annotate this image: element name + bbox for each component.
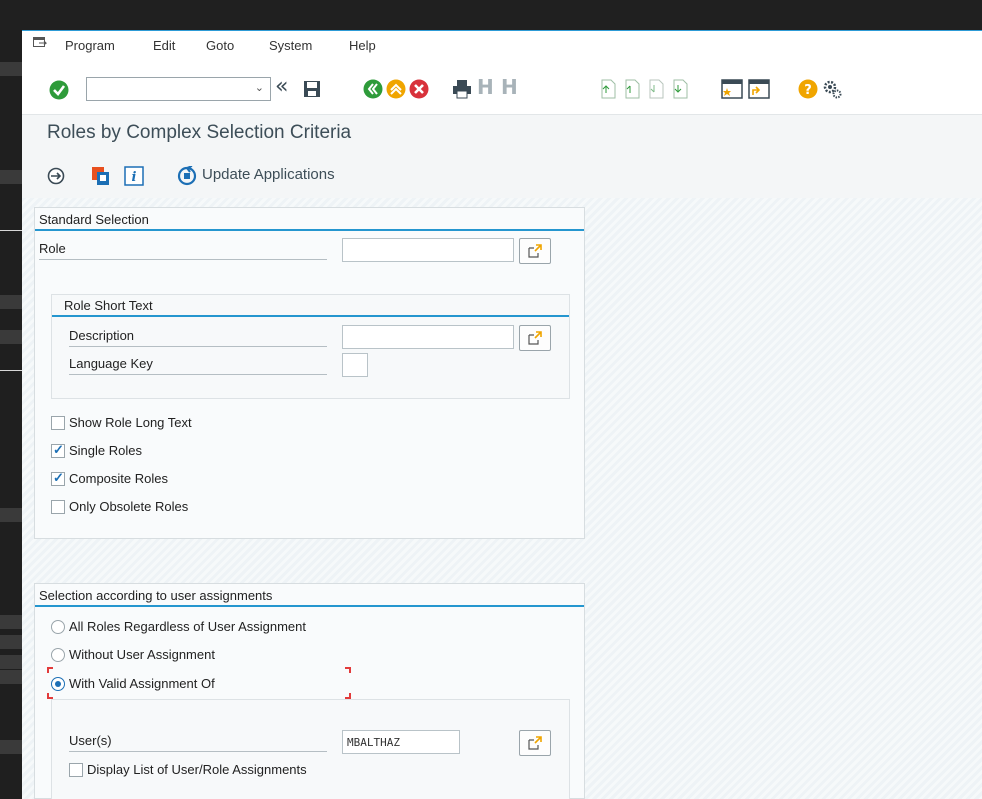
chevron-down-icon[interactable]: ⌄: [255, 81, 264, 94]
sap-window: Program Edit Goto System Help ⌄ « H H ? …: [22, 30, 982, 799]
menu-edit[interactable]: Edit: [153, 38, 175, 53]
check-icon: ✓: [53, 442, 64, 457]
radio-without-user-assignment[interactable]: Without User Assignment: [51, 646, 371, 664]
description-label: Description: [69, 325, 327, 347]
composite-roles-checkbox[interactable]: ✓ Composite Roles: [51, 470, 301, 489]
user-assignment-group: Selection according to user assignments …: [34, 583, 585, 799]
find-next-icon[interactable]: H: [501, 75, 518, 99]
application-toolbar: i Update Applications: [22, 156, 982, 192]
radio-circle[interactable]: [51, 648, 65, 662]
checkbox-box[interactable]: ✓: [51, 470, 65, 486]
language-key-label: Language Key: [69, 353, 327, 375]
radio-label: Without User Assignment: [69, 647, 215, 662]
multiple-selection-icon: [528, 736, 542, 750]
execute-icon[interactable]: [47, 167, 65, 185]
background-window-strip: [0, 30, 22, 799]
user-assignment-title: Selection according to user assignments: [35, 584, 584, 607]
role-multiple-selection-button[interactable]: [519, 238, 551, 264]
users-multiple-selection-button[interactable]: [519, 730, 551, 756]
standard-toolbar: ⌄ « H H ?: [22, 63, 982, 115]
checkbox-label: Show Role Long Text: [69, 415, 192, 430]
menu-goto[interactable]: Goto: [206, 38, 234, 53]
role-input[interactable]: [342, 238, 514, 262]
exit-icon[interactable]: [386, 79, 406, 99]
radio-with-valid-assignment[interactable]: With Valid Assignment Of: [51, 675, 371, 693]
role-short-text-group: Role Short Text Description Language Key: [51, 294, 570, 399]
single-roles-checkbox[interactable]: ✓ Single Roles: [51, 442, 301, 461]
svg-text:i: i: [132, 170, 137, 185]
save-icon[interactable]: [303, 80, 321, 98]
command-field[interactable]: ⌄: [86, 77, 271, 101]
menu-help[interactable]: Help: [349, 38, 376, 53]
info-icon[interactable]: i: [124, 166, 144, 186]
multiple-selection-icon: [528, 331, 542, 345]
radio-all-roles[interactable]: All Roles Regardless of User Assignment: [51, 618, 371, 636]
valid-assignment-group: User(s) MBALTHAZ Display List of User/Ro…: [51, 699, 570, 799]
menu-system[interactable]: System: [269, 38, 312, 53]
radio-label: All Roles Regardless of User Assignment: [69, 619, 306, 634]
os-title-bar: [0, 0, 982, 30]
multiple-selection-icon: [528, 244, 542, 258]
checkbox-box[interactable]: [69, 763, 83, 777]
cancel-icon[interactable]: [409, 79, 429, 99]
standard-selection-group: Standard Selection Role Role Short Text …: [34, 207, 585, 539]
last-page-icon[interactable]: [671, 79, 689, 99]
focus-indicator: [47, 667, 53, 673]
selection-options-icon[interactable]: [91, 166, 111, 186]
refresh-icon[interactable]: [177, 166, 197, 186]
checkbox-label: Display List of User/Role Assignments: [87, 762, 307, 777]
standard-selection-title: Standard Selection: [35, 208, 584, 231]
focus-indicator: [345, 667, 351, 673]
checkbox-box[interactable]: ✓: [51, 442, 65, 458]
svg-text:?: ?: [804, 83, 812, 98]
find-icon[interactable]: H: [477, 75, 494, 99]
settings-icon[interactable]: [822, 79, 842, 99]
checkbox-label: Composite Roles: [69, 471, 168, 486]
menu-icon[interactable]: [33, 37, 47, 49]
back-icon[interactable]: «: [275, 74, 288, 99]
display-list-checkbox[interactable]: Display List of User/Role Assignments: [69, 762, 369, 780]
help-icon[interactable]: ?: [798, 79, 818, 99]
checkbox-label: Single Roles: [69, 443, 142, 458]
radio-label: With Valid Assignment Of: [69, 676, 215, 691]
role-label: Role: [39, 238, 327, 260]
menu-bar: Program Edit Goto System Help: [22, 31, 982, 63]
show-role-long-text-checkbox[interactable]: Show Role Long Text: [51, 415, 301, 433]
page-title: Roles by Complex Selection Criteria: [47, 122, 352, 143]
users-label: User(s): [69, 730, 327, 752]
content-area: Standard Selection Role Role Short Text …: [22, 198, 982, 799]
checkbox-box[interactable]: [51, 500, 65, 514]
users-input[interactable]: MBALTHAZ: [342, 730, 460, 754]
prev-page-icon[interactable]: [623, 79, 641, 99]
first-page-icon[interactable]: [599, 79, 617, 99]
back-nav-icon[interactable]: [363, 79, 383, 99]
checkbox-label: Only Obsolete Roles: [69, 499, 189, 514]
role-short-text-title: Role Short Text: [52, 295, 569, 317]
only-obsolete-roles-checkbox[interactable]: Only Obsolete Roles: [51, 499, 301, 517]
shortcut-icon[interactable]: [748, 79, 770, 99]
radio-circle[interactable]: [51, 620, 65, 634]
enter-icon[interactable]: [49, 80, 69, 100]
description-multiple-selection-button[interactable]: [519, 325, 551, 351]
new-session-icon[interactable]: [721, 79, 743, 99]
radio-circle-selected[interactable]: [51, 677, 65, 691]
checkbox-box[interactable]: [51, 416, 65, 430]
language-key-input[interactable]: [342, 353, 368, 377]
print-icon[interactable]: [452, 79, 472, 99]
description-input[interactable]: [342, 325, 514, 349]
update-applications-button[interactable]: Update Applications: [202, 166, 335, 183]
menu-program[interactable]: Program: [65, 38, 115, 53]
check-icon: ✓: [53, 470, 64, 485]
next-page-icon[interactable]: [647, 79, 665, 99]
